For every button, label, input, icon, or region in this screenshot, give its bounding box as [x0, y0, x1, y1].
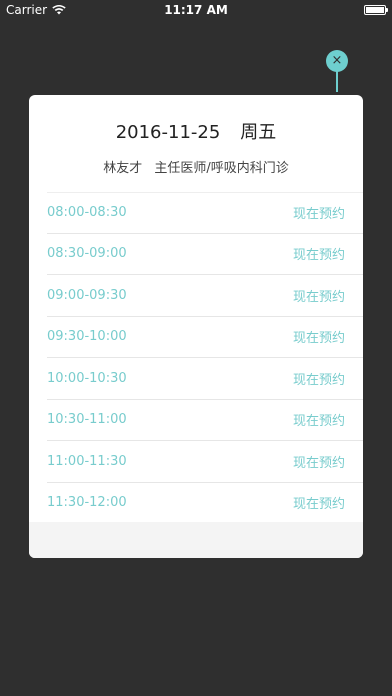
close-pin-line: [336, 70, 338, 92]
weekday-label: 周五: [240, 122, 277, 143]
slot-time: 11:00-11:30: [47, 453, 127, 469]
book-now-button[interactable]: 现在预约: [293, 452, 345, 471]
doctor-name: 林友才: [103, 161, 143, 176]
slot-time: 11:30-12:00: [47, 495, 127, 511]
date-label: 2016-11-25: [115, 122, 221, 143]
book-now-button[interactable]: 现在预约: [293, 327, 345, 346]
close-button[interactable]: ×: [326, 50, 348, 72]
book-now-button[interactable]: 现在预约: [293, 244, 345, 263]
book-now-button[interactable]: 现在预约: [293, 203, 345, 222]
slot-row: 08:00-08:30 现在预约: [47, 192, 363, 234]
battery-icon: [364, 5, 388, 15]
slot-row: 08:30-09:00 现在预约: [47, 234, 363, 275]
slot-list: 08:00-08:30 现在预约 08:30-09:00 现在预约 09:00-…: [47, 192, 363, 524]
book-now-button[interactable]: 现在预约: [293, 369, 345, 388]
slot-row: 11:00-11:30 现在预约: [47, 441, 363, 483]
slot-time: 08:30-09:00: [47, 246, 127, 262]
status-time: 11:17 AM: [164, 3, 228, 17]
book-now-button[interactable]: 现在预约: [293, 410, 345, 429]
slot-time: 09:00-09:30: [47, 287, 127, 303]
slot-row: 10:00-10:30 现在预约: [47, 358, 363, 400]
slot-time: 09:30-10:00: [47, 329, 127, 345]
book-now-button[interactable]: 现在预约: [293, 493, 345, 512]
slot-row: 09:00-09:30 现在预约: [47, 275, 363, 317]
modal-footer: [29, 522, 363, 558]
book-now-button[interactable]: 现在预约: [293, 286, 345, 305]
slot-time: 10:00-10:30: [47, 370, 127, 386]
close-icon: ×: [331, 53, 343, 68]
status-bar: Carrier 11:17 AM: [0, 0, 392, 20]
battery-fill: [366, 7, 384, 13]
slot-row: 10:30-11:00 现在预约: [47, 400, 363, 441]
slot-time: 10:30-11:00: [47, 412, 127, 428]
modal-date-header: 2016-11-25 周五: [29, 118, 363, 144]
booking-modal: 2016-11-25 周五 林友才 主任医师/呼吸内科门诊 08:00-08:30 …: [29, 95, 363, 558]
slot-row: 11:30-12:00 现在预约: [47, 483, 363, 524]
slot-row: 09:30-10:00 现在预约: [47, 317, 363, 358]
slot-time: 08:00-08:30: [47, 205, 127, 221]
doctor-title-dept: 主任医师/呼吸内科门诊: [154, 161, 289, 176]
doctor-info: 林友才 主任医师/呼吸内科门诊: [29, 157, 363, 176]
